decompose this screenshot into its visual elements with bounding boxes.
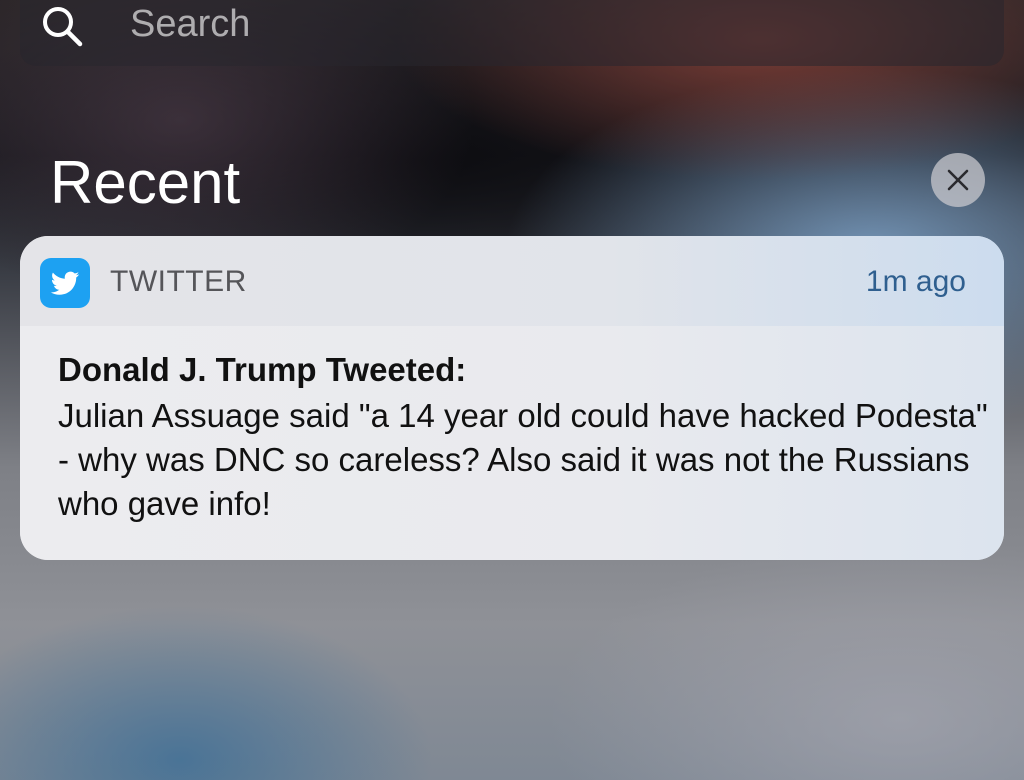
app-name: TWITTER bbox=[110, 265, 247, 298]
notification-header: TWITTER 1m ago bbox=[20, 236, 1004, 326]
section-title: Recent bbox=[50, 149, 241, 216]
twitter-bird-icon bbox=[40, 258, 90, 308]
search-bar[interactable]: Search bbox=[20, 0, 1004, 66]
notification-body: Donald J. Trump Tweeted: Julian Assuage … bbox=[20, 326, 1004, 560]
notification-card[interactable]: TWITTER 1m ago Donald J. Trump Tweeted: … bbox=[20, 236, 1004, 560]
notification-title: Donald J. Trump Tweeted: bbox=[58, 351, 467, 388]
search-placeholder: Search bbox=[130, 3, 251, 45]
notification-timestamp: 1m ago bbox=[865, 265, 966, 298]
close-icon bbox=[947, 169, 969, 191]
search-icon bbox=[38, 2, 86, 50]
clear-button[interactable] bbox=[931, 153, 985, 207]
notification-message: Julian Assuage said "a 14 year old could… bbox=[58, 397, 988, 522]
